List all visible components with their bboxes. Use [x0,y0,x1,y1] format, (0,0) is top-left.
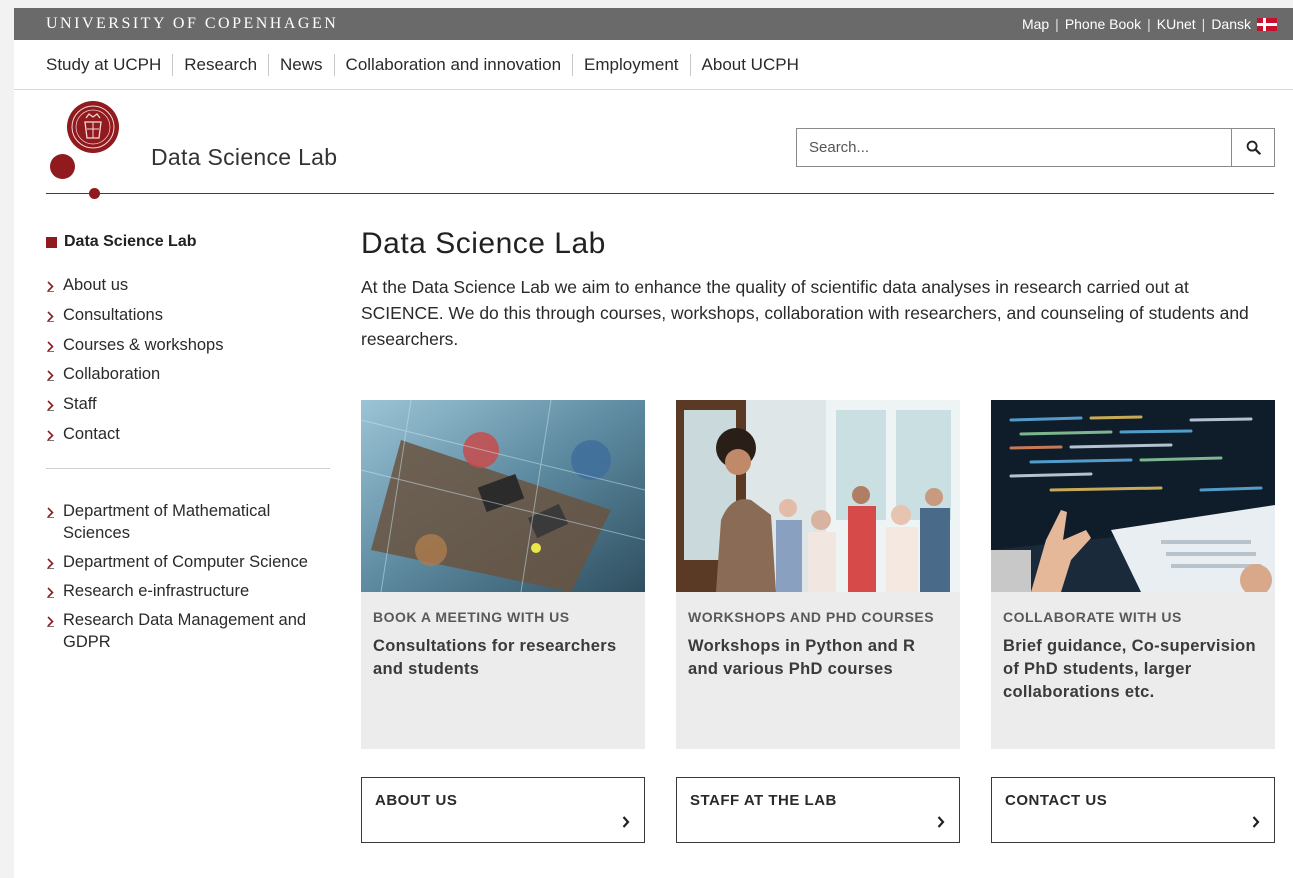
button-label: ABOUT US [375,792,458,809]
kunet-link[interactable]: KUnet [1157,16,1196,32]
staff-button[interactable]: STAFF AT THE LAB [676,777,960,843]
chevron-right-icon [46,423,56,445]
card-image-code [991,400,1275,592]
link-buttons: ABOUT US STAFF AT THE LAB CONTACT US [361,777,1275,843]
chevron-right-icon [46,334,56,356]
header-divider [46,193,1274,194]
feature-cards: BOOK A MEETING WITH US Consultations for… [361,400,1275,749]
related-link-infrastructure[interactable]: Research e-infrastructure [46,580,330,602]
chevron-right-icon [46,580,56,598]
main-navigation: Study at UCPH Research News Collaboratio… [46,54,810,76]
chevron-right-icon [46,363,56,385]
intro-text: At the Data Science Lab we aim to enhanc… [361,277,1249,349]
chevron-right-icon [622,816,630,828]
page-title: Data Science Lab [361,227,606,260]
sidebar-item-contact[interactable]: Contact [46,423,330,445]
page: UNIVERSITY OF COPENHAGEN Map | Phone Boo… [14,8,1293,878]
nav-study[interactable]: Study at UCPH [46,54,172,76]
university-seal-logo[interactable] [66,100,120,154]
phone-book-link[interactable]: Phone Book [1065,16,1141,32]
related-link-label: Department of Mathematical Sciences [63,501,271,542]
sidebar-item-about[interactable]: About us [46,274,330,296]
card-kicker: BOOK A MEETING WITH US [373,609,570,625]
search-button[interactable] [1231,129,1274,166]
sidebar-item-label: About us [63,276,129,294]
separator: | [1201,16,1206,32]
card-kicker: COLLABORATE WITH US [1003,609,1182,625]
card-headline: Brief guidance, Co-supervision of PhD st… [1003,637,1256,701]
utility-links: Map | Phone Book | KUnet | Dansk [1022,16,1277,32]
sidebar-heading-label: Data Science Lab [64,233,197,250]
magnifier-icon [1246,140,1261,155]
related-link-label: Research Data Management and GDPR [63,610,307,651]
card-kicker: WORKSHOPS AND PHD COURSES [688,609,935,625]
language-link[interactable]: Dansk [1211,16,1251,32]
card-collaborate[interactable]: COLLABORATE WITH US Brief guidance, Co-s… [991,400,1275,749]
sidebar-divider [46,467,330,469]
search-input[interactable] [797,129,1231,166]
card-workshops[interactable]: WORKSHOPS AND PHD COURSES Workshops in P… [676,400,960,749]
nav-employment[interactable]: Employment [572,54,689,76]
contact-us-button[interactable]: CONTACT US [991,777,1275,843]
site-title[interactable]: Data Science Lab [151,144,337,171]
sidebar-menu: About us Consultations Courses & worksho… [46,274,330,445]
active-marker-icon [46,236,57,248]
chevron-right-icon [937,816,945,828]
separator: | [1147,16,1151,32]
sidebar-item-label: Consultations [63,305,163,324]
about-us-button[interactable]: ABOUT US [361,777,645,843]
related-links: Department of Mathematical Sciences Depa… [46,500,330,653]
button-label: CONTACT US [1005,792,1108,809]
separator: | [1055,16,1059,32]
card-headline: Workshops in Python and R and various Ph… [688,637,916,678]
related-link-math[interactable]: Department of Mathematical Sciences [46,500,330,544]
card-consultations[interactable]: BOOK A MEETING WITH US Consultations for… [361,400,645,749]
card-image-meeting [361,400,645,592]
sidebar-heading[interactable]: Data Science Lab [46,232,330,252]
related-link-label: Department of Computer Science [63,552,308,571]
sidebar-item-label: Courses & workshops [63,335,224,354]
chevron-right-icon [1252,816,1260,828]
chevron-right-icon [46,304,56,326]
search-box [796,128,1275,167]
sidebar-item-consultations[interactable]: Consultations [46,304,330,326]
related-link-rdm[interactable]: Research Data Management and GDPR [46,609,330,653]
button-label: STAFF AT THE LAB [690,792,837,809]
university-name[interactable]: UNIVERSITY OF COPENHAGEN [46,15,338,33]
chevron-right-icon [46,393,56,415]
chevron-right-icon [46,500,56,518]
nav-divider [14,89,1293,90]
chevron-right-icon [46,551,56,569]
sidebar-item-label: Collaboration [63,365,161,384]
nav-collaboration[interactable]: Collaboration and innovation [333,54,573,76]
top-bar: UNIVERSITY OF COPENHAGEN Map | Phone Boo… [14,8,1293,40]
nav-research[interactable]: Research [172,54,268,76]
map-link[interactable]: Map [1022,16,1049,32]
sidebar-item-collaboration[interactable]: Collaboration [46,363,330,385]
card-image-workshop [676,400,960,592]
related-link-cs[interactable]: Department of Computer Science [46,551,330,573]
main-content: Data Science Lab At the Data Science Lab… [361,226,1275,352]
sidebar-item-staff[interactable]: Staff [46,393,330,415]
chevron-right-icon [46,609,56,627]
nav-news[interactable]: News [268,54,334,76]
card-headline: Consultations for researchers and studen… [373,637,617,678]
sidebar-item-label: Staff [63,395,97,414]
sidebar-item-courses[interactable]: Courses & workshops [46,334,330,356]
sidebar: Data Science Lab About us Consultations … [46,232,330,660]
chevron-right-icon [46,274,56,296]
related-link-label: Research e-infrastructure [63,581,250,600]
brand-dot-large [50,154,75,179]
sidebar-item-label: Contact [63,424,120,443]
nav-about[interactable]: About UCPH [689,54,810,76]
danish-flag-icon[interactable] [1257,17,1277,31]
